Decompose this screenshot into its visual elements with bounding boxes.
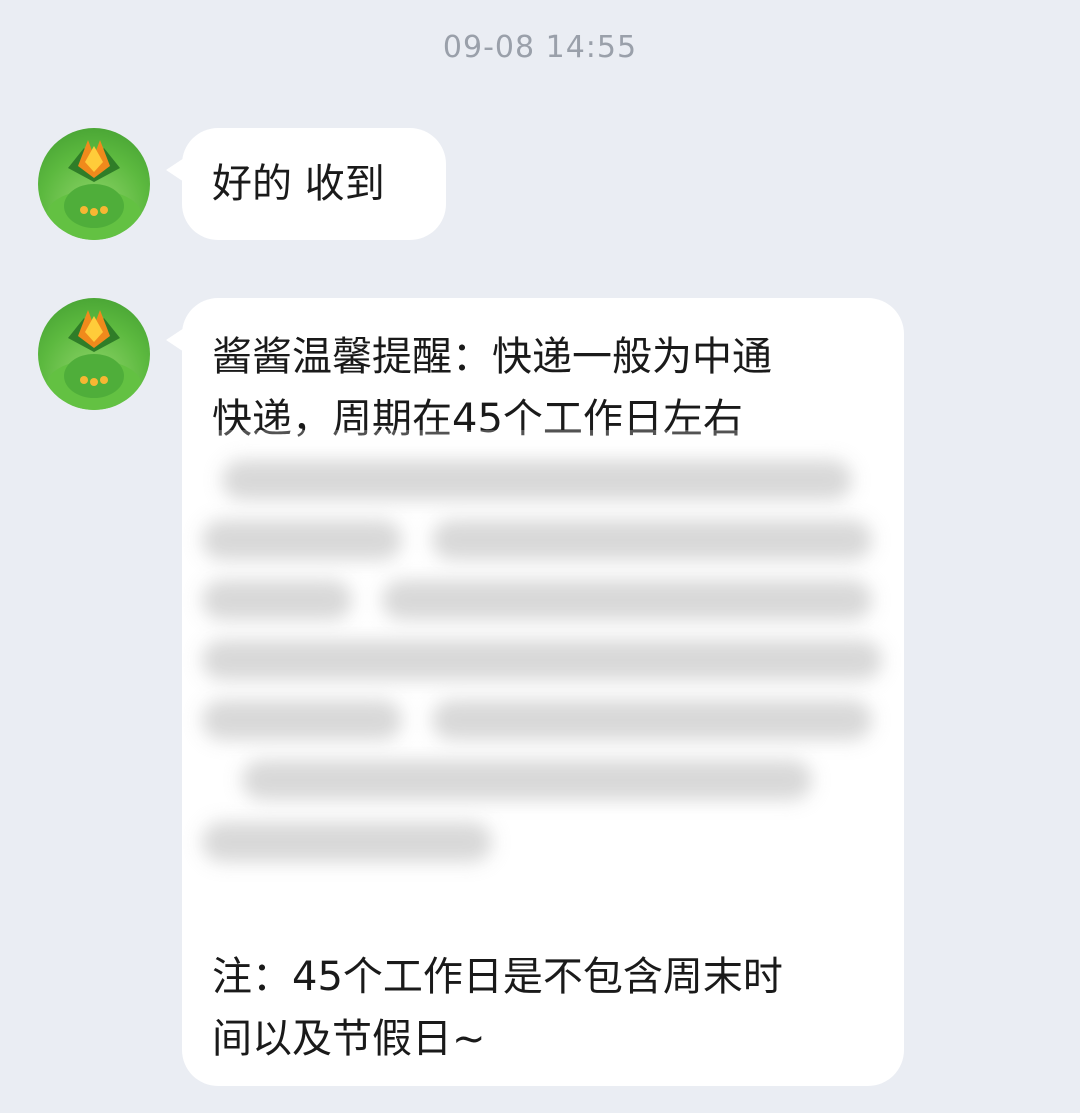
- blurred-content: [182, 430, 904, 930]
- message-timestamp: 09-08 14:55: [442, 30, 638, 65]
- avatar[interactable]: [38, 128, 150, 240]
- chat-bubble[interactable]: 酱酱温馨提醒：快递一般为中通 快递，周期在45个工作日左右 注：45个工作日是不…: [166, 298, 904, 1086]
- plant-creature-icon: [46, 140, 142, 240]
- avatar[interactable]: [38, 298, 150, 410]
- bubble-tail: [166, 328, 184, 352]
- bubble-tail: [166, 158, 184, 182]
- message-text: 好的 收到: [212, 161, 385, 207]
- note-line: 间以及节假日~: [212, 1016, 486, 1062]
- plant-creature-icon: [46, 310, 142, 410]
- message-line: 酱酱温馨提醒：快递一般为中通: [212, 334, 772, 380]
- note-line: 注：45个工作日是不包含周末时: [212, 954, 783, 1000]
- chat-bubble[interactable]: 好的 收到: [166, 128, 446, 240]
